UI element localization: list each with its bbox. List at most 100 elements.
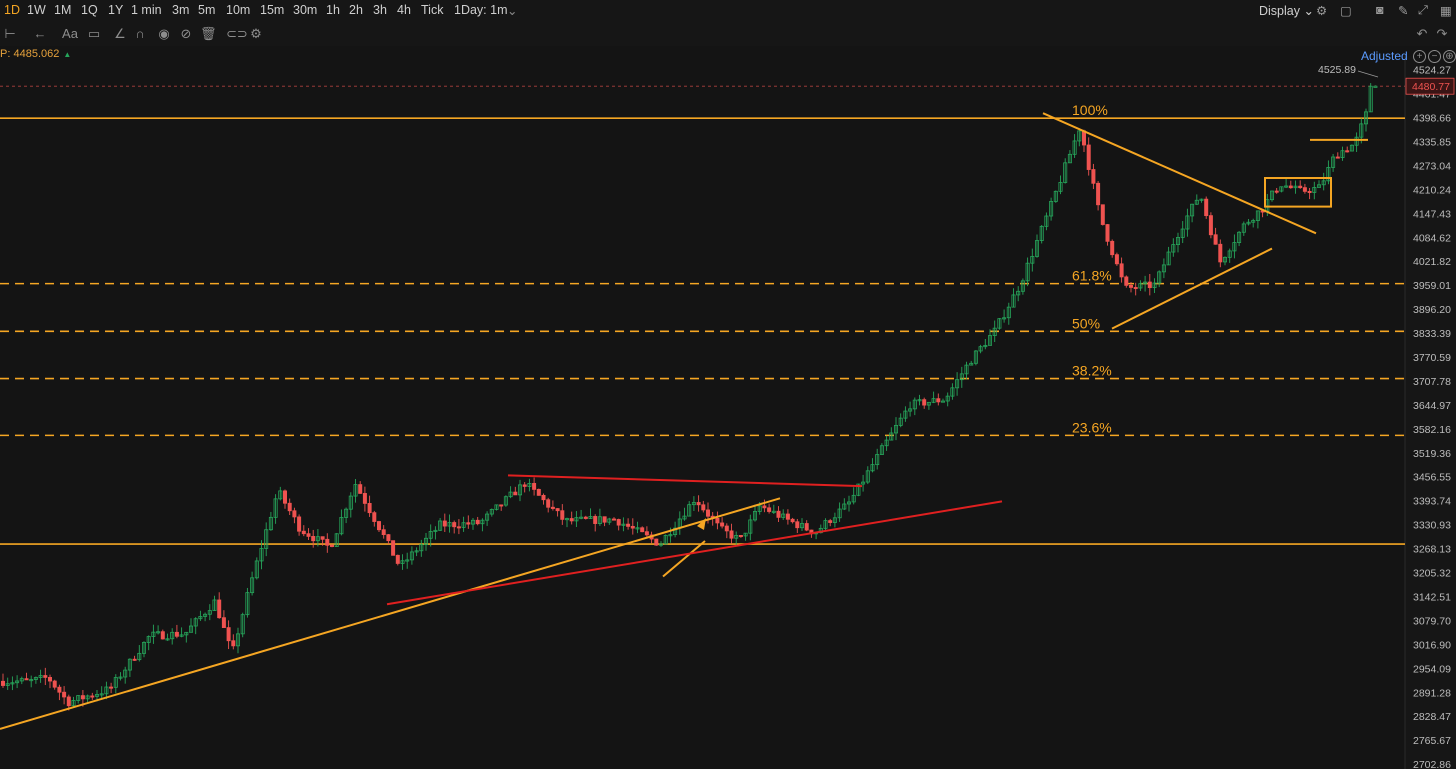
fib-level-label: 38.2% xyxy=(1072,363,1112,379)
candle-body xyxy=(720,522,725,527)
fib-level-label: 100% xyxy=(1072,102,1108,118)
hide-drawings-icon[interactable]: ⊘ xyxy=(178,26,194,42)
y-tick-label: 2954.09 xyxy=(1413,663,1451,675)
zoom-out-icon[interactable]: − xyxy=(1428,50,1441,63)
timeframe-1q[interactable]: 1Q xyxy=(81,3,98,17)
candle-body xyxy=(1345,150,1350,153)
high-price-label: 4525.89 xyxy=(1318,64,1356,76)
zoom-in-icon[interactable]: + xyxy=(1413,50,1426,63)
y-tick-label: 4524.27 xyxy=(1413,65,1451,77)
drawing-toolbar: ⊢ ← Aa ▭ ∠ ∩ ◉ ⊘ 🗑 ⊂⊃ ⚙ ↶ ↷ xyxy=(0,22,1456,46)
last-price-label: 4480.77 xyxy=(1412,81,1450,93)
candle-body xyxy=(1133,287,1138,290)
candle-body xyxy=(311,536,316,542)
reset-zoom-icon[interactable]: ⊕ xyxy=(1443,50,1456,63)
timeframe-1w[interactable]: 1W xyxy=(27,3,46,17)
candle-body xyxy=(499,504,504,507)
y-tick-label: 4147.43 xyxy=(1413,208,1451,220)
candle-body xyxy=(362,493,367,504)
candle-body xyxy=(804,523,809,531)
candle-body xyxy=(550,506,555,509)
y-tick-label: 4210.24 xyxy=(1413,184,1451,196)
redo-icon[interactable]: ↷ xyxy=(1434,26,1450,42)
magnet-icon[interactable]: ∩ xyxy=(132,26,148,42)
comment-icon[interactable]: ▭ xyxy=(86,26,102,42)
timeframe-1y[interactable]: 1Y xyxy=(108,3,123,17)
pencil-icon[interactable]: ✎ xyxy=(1398,3,1408,18)
fib-level-label: 23.6% xyxy=(1072,419,1112,435)
candle-body xyxy=(1307,190,1312,193)
candle-body xyxy=(1119,263,1124,278)
fib-level-label: 61.8% xyxy=(1072,268,1112,284)
candle-body xyxy=(1274,190,1279,193)
trash-icon[interactable]: 🗑 xyxy=(200,26,217,42)
timeframe-10m[interactable]: 10m xyxy=(226,3,250,17)
toggle-icon[interactable]: ⊂⊃ xyxy=(226,26,248,42)
candle-body xyxy=(546,499,551,508)
candle-body xyxy=(1110,240,1115,256)
timeframe-5m[interactable]: 5m xyxy=(198,3,215,17)
eye-icon[interactable]: ◉ xyxy=(156,26,172,42)
text-tool-icon[interactable]: Aa xyxy=(62,26,78,42)
layout-icon[interactable]: ⊢ xyxy=(2,26,18,42)
candle-body xyxy=(936,398,941,403)
timeframe-tick[interactable]: Tick xyxy=(421,3,443,17)
candle-body xyxy=(297,516,302,532)
y-tick-label: 2891.28 xyxy=(1413,687,1451,699)
candle-body xyxy=(221,617,226,629)
timeframe-4h[interactable]: 4h xyxy=(397,3,411,17)
y-tick-label: 3644.97 xyxy=(1413,400,1451,412)
settings-icon[interactable]: ⚙ xyxy=(1316,3,1327,18)
candle-body xyxy=(90,695,95,698)
candle-body xyxy=(738,535,743,538)
candle-body xyxy=(1335,156,1340,159)
layout-icon[interactable]: ▢ xyxy=(1340,3,1352,18)
timeframe-30m[interactable]: 30m xyxy=(293,3,317,17)
timeframe-1m[interactable]: 1M xyxy=(54,3,71,17)
candle-body xyxy=(456,526,461,529)
candle-body xyxy=(1082,130,1087,146)
candle-body xyxy=(922,399,927,406)
price-chart[interactable]: 4524.274461.474398.664335.854273.044210.… xyxy=(0,0,1456,769)
line-tool-icon[interactable]: ∠ xyxy=(112,26,128,42)
adjusted-label[interactable]: Adjusted xyxy=(1361,49,1408,63)
candle-body xyxy=(1114,254,1119,265)
display-dropdown[interactable]: Display ⌄ xyxy=(1259,3,1314,18)
y-tick-label: 3205.32 xyxy=(1413,568,1451,580)
chevron-down-icon[interactable]: ⌄ xyxy=(507,3,517,18)
undo-icon[interactable]: ↶ xyxy=(1414,26,1430,42)
timeframe-1-min[interactable]: 1 min xyxy=(131,3,162,17)
settings-icon[interactable]: ⚙ xyxy=(248,26,264,42)
grid-icon[interactable]: ▦ xyxy=(1440,3,1452,18)
timeframe-3h[interactable]: 3h xyxy=(373,3,387,17)
candle-body xyxy=(329,544,334,547)
camera-icon[interactable]: ◙ xyxy=(1376,3,1384,17)
y-tick-label: 4398.66 xyxy=(1413,113,1451,125)
y-tick-label: 3268.13 xyxy=(1413,544,1451,556)
y-tick-label: 3896.20 xyxy=(1413,304,1451,316)
y-tick-label: 3519.36 xyxy=(1413,448,1451,460)
price-info-value: 4485.062 xyxy=(13,48,60,60)
candle-body xyxy=(43,675,48,678)
timeframe-3m[interactable]: 3m xyxy=(172,3,189,17)
candle-body xyxy=(795,521,800,529)
candle-body xyxy=(1129,284,1134,288)
candle-body xyxy=(1086,144,1091,170)
candle-body xyxy=(452,522,457,528)
candle-body xyxy=(1105,224,1110,242)
timeframe-1h[interactable]: 1h xyxy=(326,3,340,17)
candle-body xyxy=(706,509,711,517)
timeframe-1d[interactable]: 1D xyxy=(4,3,20,17)
undo-arrow-icon[interactable]: ← xyxy=(32,26,48,42)
candle-body xyxy=(386,534,391,542)
y-tick-label: 4021.82 xyxy=(1413,256,1451,268)
candle-body xyxy=(532,483,537,490)
timeframe-15m[interactable]: 15m xyxy=(260,3,284,17)
candle-body xyxy=(654,538,659,546)
timeframe-2h[interactable]: 2h xyxy=(349,3,363,17)
candle-body xyxy=(24,678,29,681)
fullscreen-icon[interactable]: ⤢ xyxy=(1418,3,1428,18)
timeframe-1day-1m[interactable]: 1Day: 1m xyxy=(454,3,508,17)
candle-body xyxy=(1147,281,1152,289)
y-tick-label: 3770.59 xyxy=(1413,352,1451,364)
